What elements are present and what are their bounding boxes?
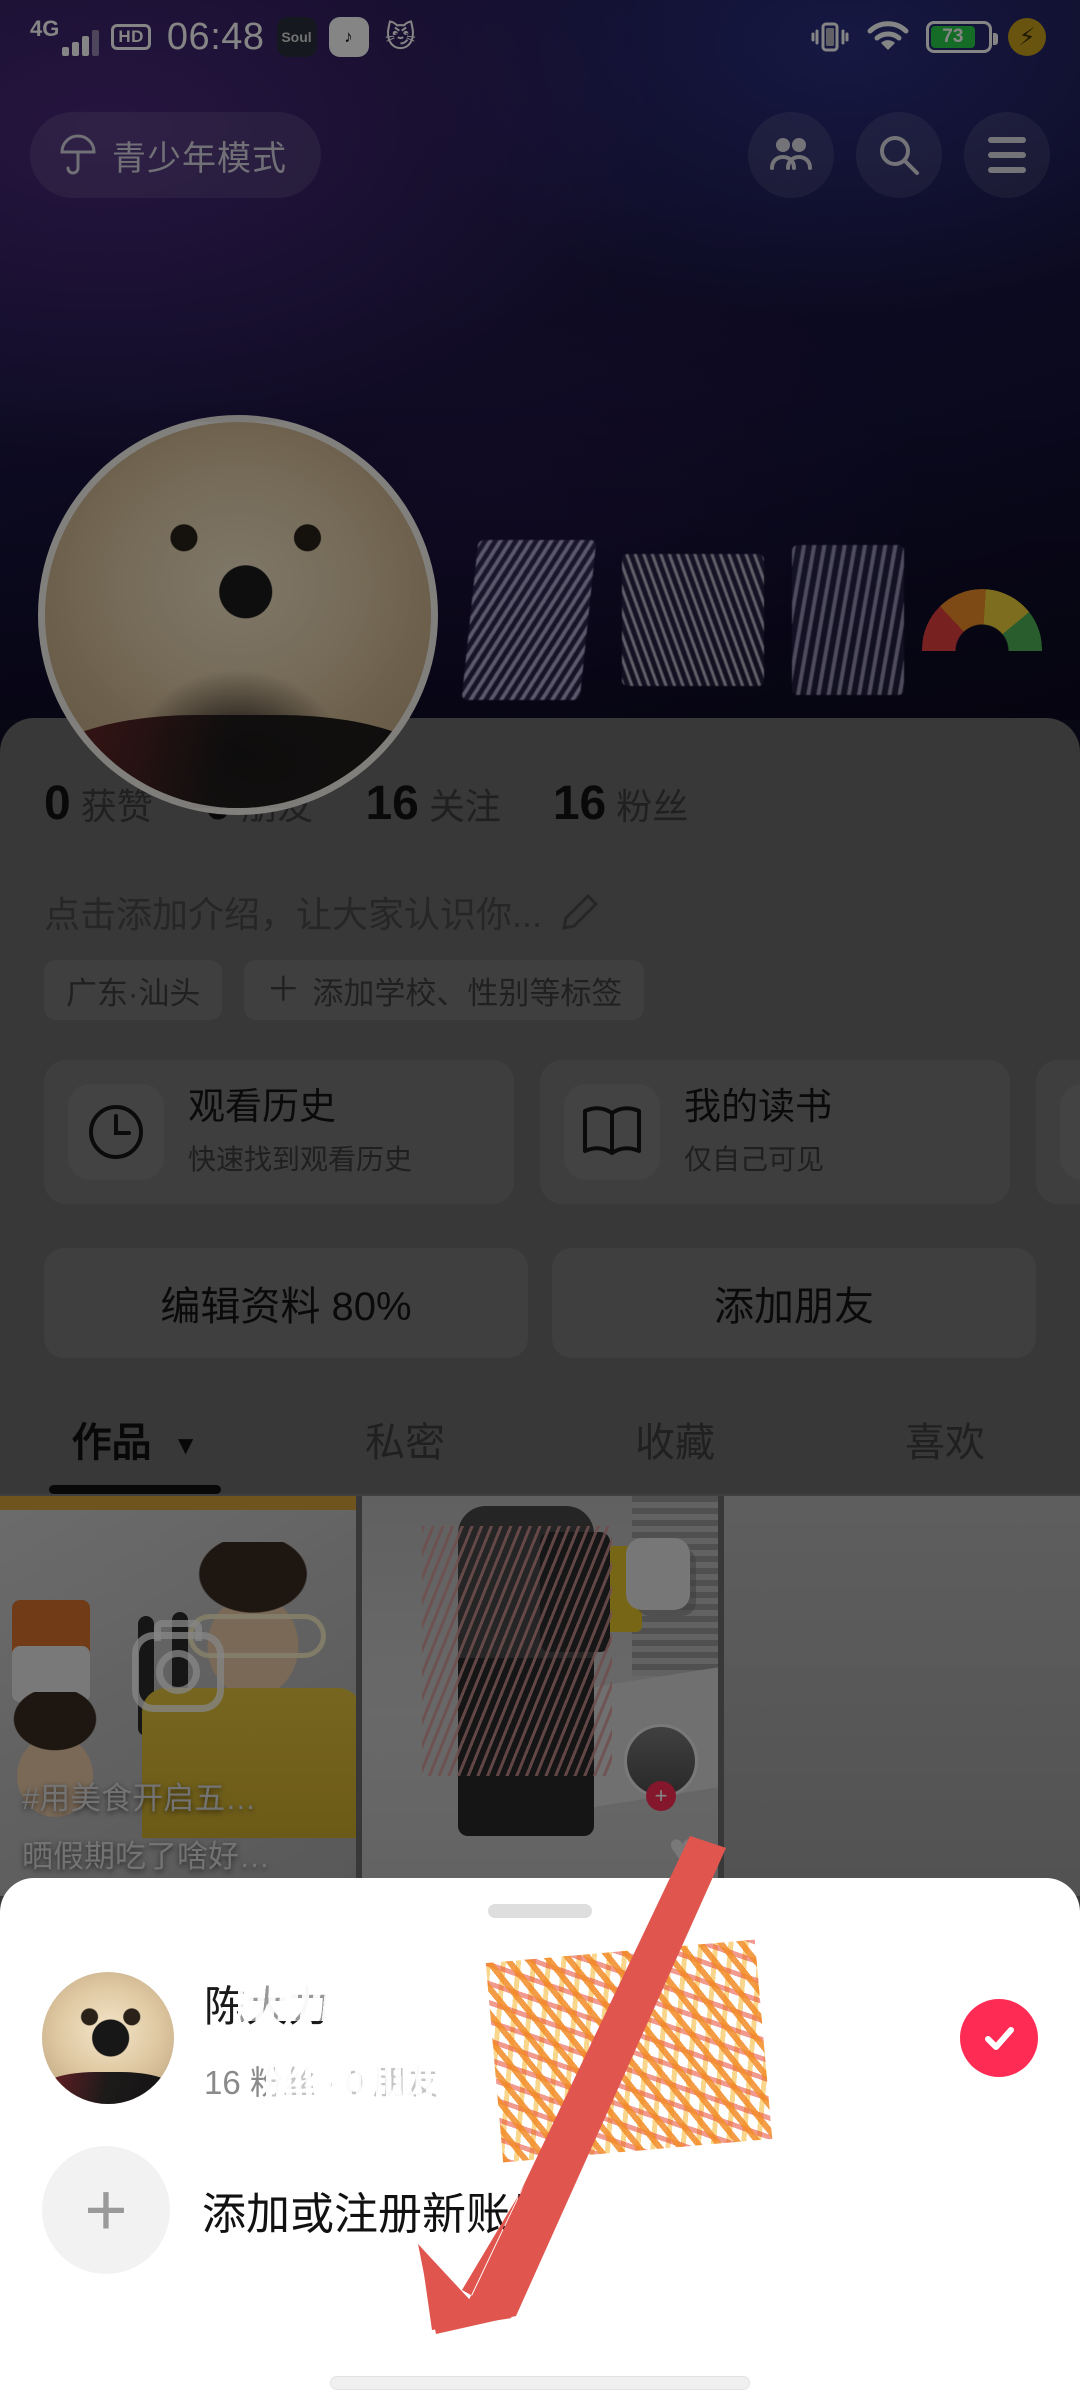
drag-handle[interactable] [488,1904,592,1918]
app-screen: 4G HD 06:48 Soul ♪ 😼 73 ⚡ 青少年模式 关注 16 粉丝… [0,0,1080,2408]
name-redaction [238,1974,488,2021]
check-icon [985,2027,1014,2050]
account-text: 陈大力 16 粉丝 · 0 朋友 [204,1939,773,2162]
account-meta: 16 粉丝 · 0 朋友 [204,2055,452,2104]
status-badge[interactable] [960,1999,1038,2077]
account-switch-sheet: 陈大力 16 粉丝 · 0 朋友 + 添加或注册新账号 [0,1878,1080,2408]
account-name: 陈大力 [204,1973,488,2034]
account-row[interactable]: 陈大力 16 粉丝 · 0 朋友 [0,1918,1080,2162]
add-account-label: 添加或注册新账号 [202,2190,554,2239]
add-account-row[interactable]: + 添加或注册新账号 [0,2104,1080,2274]
meta-redaction [266,2055,452,2100]
plus-circle-icon: + [42,2146,170,2274]
account-avatar [42,1972,174,2104]
home-indicator [330,2376,750,2390]
